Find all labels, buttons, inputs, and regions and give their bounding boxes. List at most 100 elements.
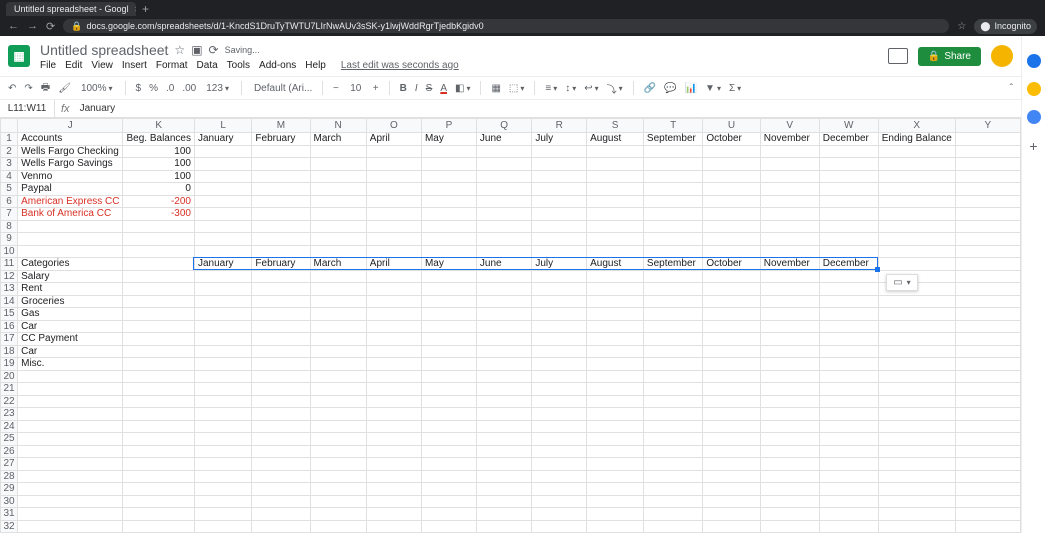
valign-icon[interactable]: ↕▾ <box>565 83 576 94</box>
cell[interactable] <box>703 508 760 521</box>
cell[interactable] <box>819 433 878 446</box>
cell[interactable] <box>878 183 955 196</box>
cell[interactable]: August <box>587 133 644 146</box>
cell[interactable] <box>760 433 819 446</box>
cell[interactable] <box>310 495 366 508</box>
cell[interactable] <box>703 333 760 346</box>
cell[interactable] <box>643 270 702 283</box>
cell[interactable] <box>421 295 476 308</box>
cell[interactable] <box>703 383 760 396</box>
cell[interactable] <box>123 458 195 471</box>
cell[interactable] <box>476 233 531 246</box>
cell[interactable]: CC Payment <box>18 333 123 346</box>
cell[interactable] <box>703 495 760 508</box>
cell[interactable] <box>194 345 251 358</box>
cell[interactable]: June <box>476 133 531 146</box>
cell[interactable] <box>18 483 123 496</box>
calendar-icon[interactable] <box>1027 54 1041 68</box>
cell[interactable] <box>310 270 366 283</box>
row-header[interactable]: 21 <box>1 383 18 396</box>
cell[interactable] <box>819 245 878 258</box>
cell[interactable] <box>366 345 421 358</box>
cell[interactable] <box>703 195 760 208</box>
cell[interactable] <box>252 208 310 221</box>
cell[interactable] <box>955 208 1020 221</box>
cell[interactable] <box>955 258 1020 271</box>
cell[interactable] <box>819 195 878 208</box>
cell[interactable] <box>703 320 760 333</box>
row-header[interactable]: 5 <box>1 183 18 196</box>
col-header[interactable]: K <box>123 119 195 133</box>
more-formats-button[interactable]: 123▾ <box>204 83 231 94</box>
col-header[interactable]: N <box>310 119 366 133</box>
cell[interactable]: April <box>366 258 421 271</box>
cell[interactable] <box>878 445 955 458</box>
cell[interactable] <box>252 420 310 433</box>
cell[interactable] <box>955 183 1020 196</box>
cell[interactable] <box>421 495 476 508</box>
cell[interactable] <box>366 208 421 221</box>
cell[interactable] <box>532 170 587 183</box>
cell[interactable] <box>587 470 644 483</box>
menu-edit[interactable]: Edit <box>65 60 82 71</box>
cell[interactable] <box>587 408 644 421</box>
cell[interactable] <box>819 283 878 296</box>
cell[interactable] <box>194 195 251 208</box>
cell[interactable] <box>310 483 366 496</box>
cell[interactable] <box>310 170 366 183</box>
cell[interactable] <box>252 495 310 508</box>
cell[interactable]: January <box>194 133 251 146</box>
cell[interactable] <box>310 308 366 321</box>
cell[interactable] <box>819 183 878 196</box>
cell[interactable] <box>310 470 366 483</box>
cell[interactable] <box>310 520 366 533</box>
col-header[interactable]: J <box>18 119 123 133</box>
menu-insert[interactable]: Insert <box>122 60 147 71</box>
cell[interactable] <box>878 345 955 358</box>
cell[interactable] <box>587 220 644 233</box>
present-icon[interactable] <box>888 48 908 64</box>
cell[interactable] <box>194 183 251 196</box>
cell[interactable]: September <box>643 258 702 271</box>
cell[interactable] <box>878 220 955 233</box>
cell[interactable]: -300 <box>123 208 195 221</box>
paint-format-icon[interactable]: 🖌 <box>58 83 71 94</box>
cell[interactable] <box>878 320 955 333</box>
cell[interactable] <box>760 483 819 496</box>
cell[interactable] <box>310 233 366 246</box>
cell[interactable]: July <box>532 258 587 271</box>
cell[interactable] <box>878 358 955 371</box>
cell[interactable] <box>310 333 366 346</box>
cell[interactable] <box>878 208 955 221</box>
cell[interactable] <box>252 220 310 233</box>
col-header[interactable]: L <box>194 119 251 133</box>
collapse-toolbar-icon[interactable]: ˆ <box>1010 83 1013 94</box>
cell[interactable] <box>18 370 123 383</box>
cell[interactable] <box>123 433 195 446</box>
cell[interactable] <box>366 270 421 283</box>
cell[interactable] <box>643 345 702 358</box>
cell[interactable] <box>532 420 587 433</box>
cell[interactable] <box>252 345 310 358</box>
row-header[interactable]: 16 <box>1 320 18 333</box>
cell[interactable] <box>421 233 476 246</box>
row-header[interactable]: 28 <box>1 470 18 483</box>
cell[interactable] <box>819 170 878 183</box>
cell[interactable] <box>252 483 310 496</box>
cell[interactable] <box>532 395 587 408</box>
cell[interactable]: January <box>194 258 251 271</box>
cell[interactable] <box>194 445 251 458</box>
cell[interactable] <box>421 333 476 346</box>
cell[interactable] <box>252 395 310 408</box>
star-icon[interactable]: ☆ <box>174 43 185 57</box>
italic-button[interactable]: I <box>415 83 418 94</box>
cell[interactable] <box>760 495 819 508</box>
cell[interactable] <box>310 420 366 433</box>
cell[interactable] <box>703 170 760 183</box>
cell[interactable] <box>252 245 310 258</box>
cell[interactable] <box>123 483 195 496</box>
cell[interactable] <box>18 445 123 458</box>
row-header[interactable]: 1 <box>1 133 18 146</box>
cell[interactable] <box>366 520 421 533</box>
browser-tab[interactable]: Untitled spreadsheet - Googl × <box>6 2 136 16</box>
